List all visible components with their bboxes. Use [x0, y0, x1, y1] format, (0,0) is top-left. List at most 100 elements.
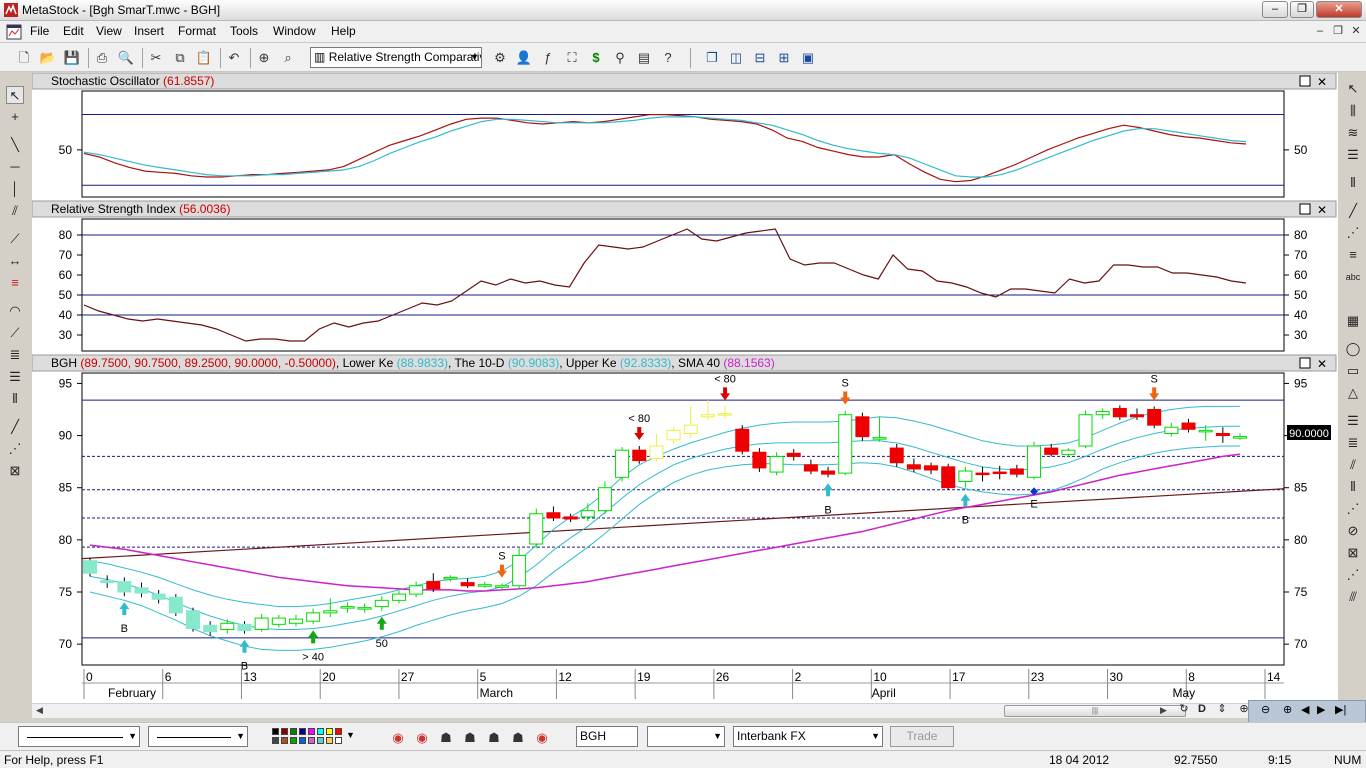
trendline-tool-icon[interactable]: ╲	[6, 136, 24, 154]
gann-box-icon[interactable]: ⊠	[1344, 544, 1362, 562]
horizontal-scrollbar[interactable]: ◀ ||| ▶	[32, 703, 1338, 718]
tile-grid-icon[interactable]: ⊞	[774, 48, 794, 68]
arrow-tool-icon[interactable]: ↖	[1344, 80, 1362, 98]
diagonal-line-icon[interactable]: ╱	[1344, 202, 1362, 220]
mdi-close-icon[interactable]: ✕	[1348, 25, 1364, 39]
print-icon[interactable]: ⎙	[92, 48, 112, 68]
paste-icon[interactable]: 📋	[194, 48, 214, 68]
cut-icon[interactable]: ✂	[146, 48, 166, 68]
line-study-tool-icon[interactable]: ╱	[6, 418, 24, 436]
close-button[interactable]: ✕	[1316, 1, 1362, 18]
expert-icon[interactable]: ☗	[460, 728, 480, 748]
price-panel[interactable]: BGH (89.7500, 90.7500, 89.2500, 90.0000,…	[32, 354, 1337, 673]
indicator-select[interactable]: ▥ Relative Strength Comparativ ▼	[310, 47, 482, 68]
channel-icon[interactable]: ⫻	[1344, 588, 1362, 606]
line-style-select[interactable]: ▼	[18, 726, 140, 747]
stochastic-panel[interactable]: Stochastic Oscillator (61.8557) ✕ 50 50	[32, 73, 1337, 198]
fan-lines-icon[interactable]: ⋰	[1344, 224, 1362, 242]
color-swatch[interactable]	[326, 728, 333, 735]
mdi-minimize-icon[interactable]: –	[1312, 25, 1328, 39]
grid-icon[interactable]: ▦	[1344, 312, 1362, 330]
color-swatch[interactable]	[290, 728, 297, 735]
cycles-icon[interactable]: ⦀	[1344, 478, 1362, 496]
refresh-icon[interactable]: ↻	[1176, 700, 1192, 718]
standard-deviation-icon[interactable]: ⊘	[1344, 522, 1362, 540]
color-swatch[interactable]	[308, 728, 315, 735]
cycle-lines-tool-icon[interactable]: ⦀	[6, 390, 24, 408]
fib-time-icon[interactable]: ≣	[1344, 434, 1362, 452]
document-icon[interactable]	[6, 24, 22, 40]
open-folder-icon[interactable]: 📂	[38, 48, 58, 68]
price-close-icon[interactable]: ✕	[1317, 357, 1327, 371]
rectangle-icon[interactable]: ▭	[1344, 362, 1362, 380]
arcs-tool-icon[interactable]: ◠	[6, 302, 24, 320]
gann-fan-tool-icon[interactable]: ⋰	[6, 440, 24, 458]
cascade-icon[interactable]: ❐	[702, 48, 722, 68]
parallel-lines-tool-icon[interactable]: ⫽	[6, 202, 24, 220]
chevron-down-icon[interactable]: ▼	[346, 730, 355, 740]
color-swatch[interactable]	[272, 737, 279, 744]
triangle-icon[interactable]: △	[1344, 384, 1362, 402]
expert-icon[interactable]: ☗	[436, 728, 456, 748]
menu-file[interactable]: File	[30, 24, 49, 38]
zoom-in-icon[interactable]: ⊕	[1283, 703, 1292, 716]
menu-view[interactable]: View	[96, 24, 122, 38]
vertical-line-tool-icon[interactable]: │	[6, 180, 24, 198]
color-swatch[interactable]	[326, 737, 333, 744]
quadrant-lines-icon[interactable]: ≡	[1344, 246, 1362, 264]
retracement-tool-icon[interactable]: ☰	[6, 368, 24, 386]
color-swatch[interactable]	[281, 737, 288, 744]
chart-svg[interactable]: Stochastic Oscillator (61.8557) ✕ 50 50 R…	[32, 73, 1338, 703]
rsi-maximize-icon[interactable]	[1299, 203, 1311, 215]
formula-icon[interactable]: ƒ	[538, 48, 558, 68]
wave-icon[interactable]: ⋰	[1344, 566, 1362, 584]
time-zones-icon[interactable]: ⦀	[1344, 174, 1362, 192]
explorer-icon[interactable]: 👤	[514, 48, 534, 68]
properties-icon[interactable]: ▤	[634, 48, 654, 68]
menu-help[interactable]: Help	[331, 24, 356, 38]
chrome-icon[interactable]: ◉	[532, 728, 552, 748]
color-swatch[interactable]	[272, 728, 279, 735]
gann-grid-tool-icon[interactable]: ⊠	[6, 462, 24, 480]
nav-right-icon[interactable]: ▶	[1317, 703, 1325, 716]
color-swatch[interactable]	[317, 737, 324, 744]
binoculars-icon[interactable]: ⚲	[610, 48, 630, 68]
price-maximize-icon[interactable]	[1299, 357, 1311, 369]
color-swatch[interactable]	[317, 728, 324, 735]
color-swatch[interactable]	[308, 737, 315, 744]
crosshair-icon[interactable]: ⊕	[254, 48, 274, 68]
move-icon[interactable]: ⇕	[1214, 700, 1230, 718]
expert-icon[interactable]: ☗	[484, 728, 504, 748]
period-daily-icon[interactable]: D	[1194, 700, 1210, 718]
crosshair-tool-icon[interactable]: +	[6, 108, 24, 126]
color-swatch[interactable]	[299, 737, 306, 744]
ellipse-icon[interactable]: ◯	[1344, 340, 1362, 358]
chrome-icon[interactable]: ◉	[388, 728, 408, 748]
rsi-panel[interactable]: Relative Strength Index (56.0036) ✕ 30 30…	[32, 200, 1337, 352]
fibonacci-tool-icon[interactable]: ≣	[6, 346, 24, 364]
zoom-out-icon[interactable]: ⊖	[1261, 703, 1270, 716]
color-swatch[interactable]	[335, 737, 342, 744]
nav-left-icon[interactable]: ◀	[1301, 703, 1309, 716]
stochastic-maximize-icon[interactable]	[1299, 75, 1311, 87]
print-preview-icon[interactable]: 🔍	[116, 48, 136, 68]
system-tester-icon[interactable]: ⛶	[562, 48, 582, 68]
fib-arcs-icon[interactable]: ☰	[1344, 412, 1362, 430]
fan-tool-icon[interactable]: ⟋	[6, 324, 24, 342]
maximize-button[interactable]: ❐	[1290, 1, 1314, 18]
abc-text-icon[interactable]: abc	[1344, 268, 1362, 286]
arrange-icon[interactable]: ▣	[798, 48, 818, 68]
scroll-thumb[interactable]: |||	[1004, 705, 1186, 717]
chart-window[interactable]: Stochastic Oscillator (61.8557) ✕ 50 50 R…	[32, 73, 1338, 713]
color-swatch[interactable]	[290, 737, 297, 744]
menu-edit[interactable]: Edit	[63, 24, 84, 38]
speed-resistance-icon[interactable]: ⋰	[1344, 500, 1362, 518]
zoom-icon[interactable]: ⌕	[278, 48, 298, 68]
pointer-tool-icon[interactable]: ↖	[6, 86, 24, 104]
speed-lines-tool-icon[interactable]: ↔	[6, 252, 24, 270]
color-swatch[interactable]	[335, 728, 342, 735]
mdi-restore-icon[interactable]: ❐	[1330, 25, 1346, 39]
expert-advisor-icon[interactable]: ⚙	[490, 48, 510, 68]
chrome-icon[interactable]: ◉	[412, 728, 432, 748]
nav-end-icon[interactable]: ▶|	[1335, 703, 1346, 716]
